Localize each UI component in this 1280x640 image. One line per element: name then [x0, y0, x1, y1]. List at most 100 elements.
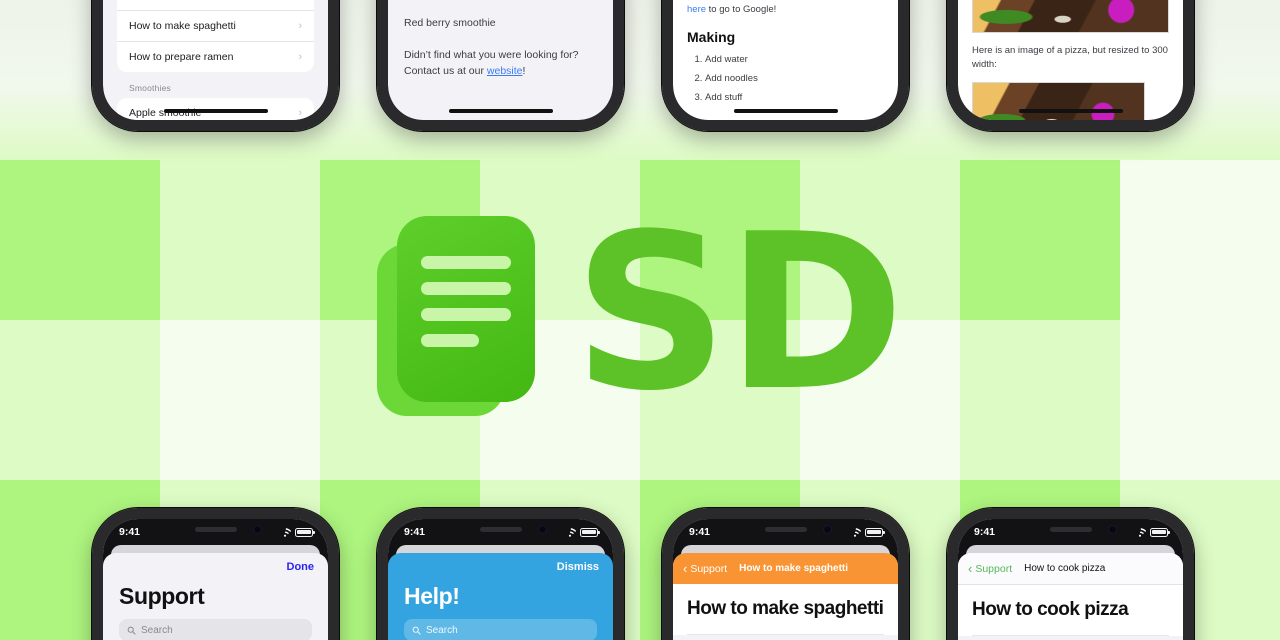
phone-mockup-pizza-article: ‹ Support How to cook pizza How to cook … — [947, 508, 1194, 640]
phone-mockup-spaghetti-doc: Before you start making your spaghetti, … — [662, 0, 909, 131]
phone-screen: ‹ Support How to make spaghetti How to m… — [673, 519, 898, 640]
logo-text-line — [421, 308, 512, 321]
list-section-header: Smoothies — [129, 83, 171, 93]
doc-footer-suffix: ! — [522, 64, 526, 77]
doc-footer-line1: Didn’t find what you were looking for? — [404, 49, 579, 62]
sheet-body: Dismiss Help! Search — [388, 553, 613, 640]
home-indicator — [1018, 108, 1123, 113]
device-notch — [715, 519, 856, 544]
front-camera — [1107, 525, 1117, 534]
document-screen: Before you start making your spaghetti, … — [673, 0, 898, 120]
done-button[interactable]: Done — [287, 561, 315, 573]
here-link[interactable]: here — [687, 4, 706, 15]
battery-full-icon — [865, 527, 885, 537]
chevron-right-icon: › — [298, 51, 302, 63]
navigation-title: How to cook pizza — [1024, 563, 1106, 574]
phone-mockup-support-list: How to eat tacos › How to make spaghetti… — [92, 0, 339, 131]
phone-screen: Done Support Search 9:41 — [103, 519, 328, 640]
divider — [687, 634, 884, 635]
search-placeholder: Search — [426, 624, 458, 636]
logo-text-line — [421, 334, 480, 347]
doc-intro-prefix: Before you start making your spaghetti, … — [687, 0, 868, 1]
earpiece-speaker — [479, 527, 522, 532]
sheet-toolbar: Done — [103, 553, 328, 575]
doc-line: Red berry smoothie — [404, 17, 496, 30]
logo-text-line — [421, 256, 512, 269]
grouped-list-screen: How to eat tacos › How to make spaghetti… — [103, 0, 328, 120]
sheet-body: ‹ Support How to cook pizza How to cook … — [958, 553, 1183, 640]
battery-full-icon — [295, 527, 315, 537]
chevron-right-icon: › — [298, 107, 302, 119]
phone-mockup-help-sheet: Dismiss Help! Search 9:41 — [377, 508, 624, 640]
doc-heading: Making — [687, 28, 736, 45]
phone-screen: Dismiss Help! Search 9:41 — [388, 519, 613, 640]
battery-full-icon — [1150, 527, 1170, 537]
search-icon — [127, 626, 136, 635]
earpiece-speaker — [764, 527, 807, 532]
status-time: 9:41 — [689, 526, 711, 538]
status-time: 9:41 — [404, 526, 426, 538]
phone-mockup-smoothies-doc: Plum smoothie Red berry smoothie Didn’t … — [377, 0, 624, 131]
screenshot-canvas: SD How to eat tacos › How to make spaghe… — [0, 0, 1280, 640]
back-button-label: Support — [975, 562, 1013, 575]
brand-lockup: SD — [0, 196, 1280, 436]
chevron-left-icon: ‹ — [968, 561, 973, 576]
website-link[interactable]: website — [487, 65, 523, 77]
image-caption: Here is an image of a pizza, but resized… — [972, 45, 1168, 70]
navigation-bar: ‹ Support How to cook pizza — [958, 553, 1183, 585]
sheet-toolbar: Dismiss — [388, 553, 613, 575]
phone-mockup-pizza-doc: Here is an image of a pizza, but resized… — [947, 0, 1194, 131]
search-placeholder: Search — [141, 624, 173, 636]
device-notch — [145, 519, 286, 544]
doc-step: Add noodles — [705, 72, 884, 85]
doc-intro: Before you start making your spaghetti, … — [687, 0, 884, 17]
article-body: How to cook pizza — [958, 585, 1183, 636]
earpiece-speaker — [194, 527, 237, 532]
search-input[interactable]: Search — [404, 619, 597, 640]
pizza-on-wood-board-image-resized — [972, 81, 1146, 120]
list-item[interactable]: How to make spaghetti › — [117, 11, 314, 42]
status-time: 9:41 — [119, 526, 141, 538]
list-item[interactable]: How to eat tacos › — [117, 0, 314, 11]
battery-full-icon — [580, 527, 600, 537]
page-title: Support — [119, 583, 205, 609]
phone-screen: Before you start making your spaghetti, … — [673, 0, 898, 120]
article-title: How to cook pizza — [972, 599, 1129, 620]
front-camera — [252, 525, 262, 534]
back-button[interactable]: ‹ Support — [683, 562, 727, 575]
phone-screen: ‹ Support How to cook pizza How to cook … — [958, 519, 1183, 640]
search-input[interactable]: Search — [119, 619, 312, 640]
sheet-body: Done Support Search — [103, 553, 328, 640]
wordmark: SD — [573, 187, 904, 439]
doc-intro-suffix: to go to Google! — [706, 3, 777, 15]
list-item-label: How to prepare ramen — [129, 51, 234, 63]
list-item[interactable]: How to prepare ramen › — [117, 42, 314, 72]
doc-steps-list: Add water Add noodles Add stuff — [705, 53, 884, 105]
divider — [972, 635, 1169, 636]
logo-text-line — [421, 282, 512, 295]
doc-step: Add stuff — [705, 91, 884, 104]
document-screen: Plum smoothie Red berry smoothie Didn’t … — [388, 0, 613, 120]
chevron-right-icon: › — [298, 20, 302, 32]
document-screen: Here is an image of a pizza, but resized… — [958, 0, 1183, 120]
chevron-right-icon: › — [298, 0, 302, 1]
home-indicator — [448, 108, 553, 113]
document-stack-icon — [377, 216, 555, 416]
device-notch — [1000, 519, 1141, 544]
status-time: 9:41 — [974, 526, 996, 538]
phone-screen: Plum smoothie Red berry smoothie Didn’t … — [388, 0, 613, 120]
dismiss-button[interactable]: Dismiss — [557, 561, 599, 573]
home-indicator — [163, 108, 268, 113]
front-camera — [537, 525, 547, 534]
doc-footer-prefix: Contact us at our — [404, 64, 487, 77]
article-body: How to make spaghetti — [673, 584, 898, 635]
list-item-label: How to make spaghetti — [129, 20, 236, 32]
phone-mockup-support-sheet: Done Support Search 9:41 — [92, 508, 339, 640]
sheet-body: ‹ Support How to make spaghetti How to m… — [673, 553, 898, 640]
home-indicator — [733, 108, 838, 113]
list-card-how-to: How to eat tacos › How to make spaghetti… — [117, 0, 314, 72]
device-notch — [430, 519, 571, 544]
pizza-on-wood-board-image — [972, 0, 1169, 33]
article-title: How to make spaghetti — [687, 598, 884, 619]
back-button[interactable]: ‹ Support — [968, 562, 1012, 575]
